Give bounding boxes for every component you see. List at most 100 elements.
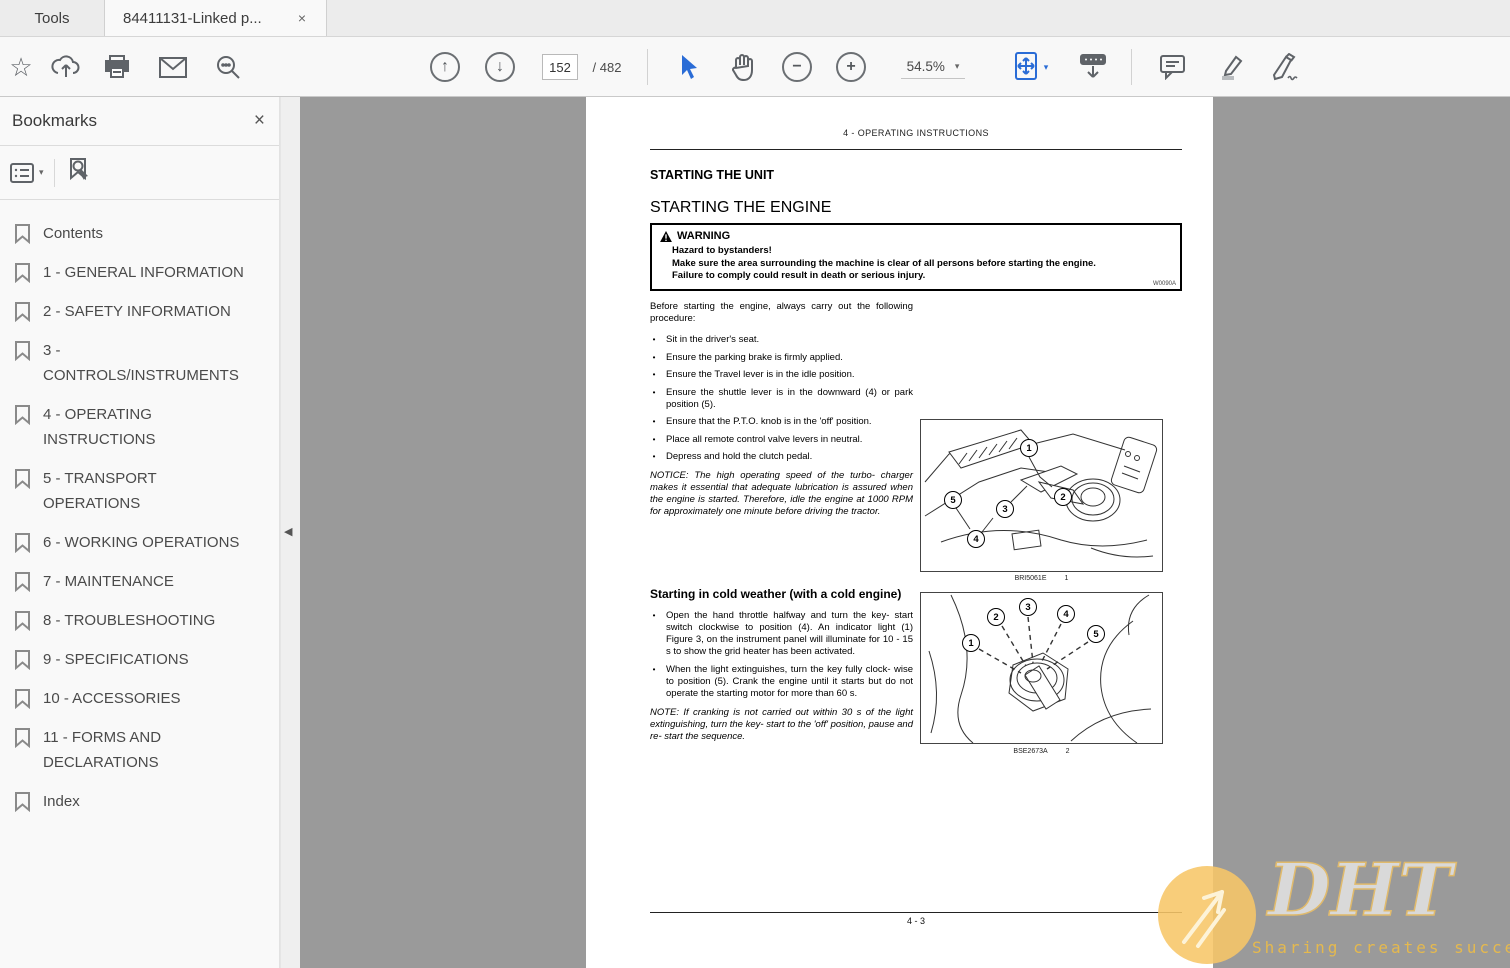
figure2-callout: 4 <box>1057 605 1075 623</box>
figure2-callout: 3 <box>1019 598 1037 616</box>
bullet-item: When the light extinguishes, turn the ke… <box>650 664 913 700</box>
watermark-tagline: Sharing creates success <box>1252 938 1510 957</box>
procedure-intro: Before starting the engine, always carry… <box>650 301 913 324</box>
bookmark-item-specifications[interactable]: 9 - SPECIFICATIONS <box>14 640 273 679</box>
watermark-brand: DHT <box>1267 847 1453 932</box>
cold-weather-bullet-list: Open the hand throttle halfway and turn … <box>650 610 913 700</box>
figure1-number: 1 <box>1064 575 1069 582</box>
close-icon[interactable]: × <box>254 110 265 132</box>
procedure-bullet-list: Sit in the driver's seat. Ensure the par… <box>650 334 913 463</box>
bullet-item: Ensure the parking brake is firmly appli… <box>650 352 913 364</box>
bookmark-item-accessories[interactable]: 10 - ACCESSORIES <box>14 679 273 718</box>
bullet-item: Depress and hold the clutch pedal. <box>650 451 913 463</box>
page-running-header: 4 - OPERATING INSTRUCTIONS <box>843 128 989 138</box>
previous-page-icon[interactable]: ↑ <box>425 37 465 97</box>
figure2-code: BSE2673A <box>1013 748 1048 755</box>
cold-weather-section: Starting in cold weather (with a cold en… <box>650 588 913 743</box>
bookmarks-title: Bookmarks <box>12 111 98 130</box>
figure1-callout: 4 <box>967 530 985 548</box>
figure-console-levers: 1 2 3 4 5 <box>920 419 1163 572</box>
bookmarks-toolbar: ▾ <box>0 146 279 200</box>
procedure-section: Before starting the engine, always carry… <box>650 301 913 518</box>
note-paragraph: NOTE: If cranking is not carried out wit… <box>650 706 913 742</box>
tab-tools[interactable]: Tools <box>0 0 105 36</box>
warning-line-1: Hazard to bystanders! <box>672 245 772 256</box>
figure2-callout: 2 <box>987 608 1005 626</box>
fit-page-dropdown[interactable]: ▾ <box>1002 37 1060 97</box>
email-icon[interactable] <box>148 37 198 97</box>
figure1-callout: 3 <box>996 500 1014 518</box>
bookmark-item-general-information[interactable]: 1 - GENERAL INFORMATION <box>14 253 273 292</box>
notice-paragraph: NOTICE: The high operating speed of the … <box>650 470 913 517</box>
tab-close-icon[interactable]: × <box>296 10 308 26</box>
page-number-input[interactable] <box>542 54 578 80</box>
warning-line-3: Failure to comply could result in death … <box>672 270 926 281</box>
fill-sign-icon[interactable] <box>1260 37 1310 97</box>
hand-tool-icon[interactable] <box>720 37 766 97</box>
tab-tools-label: Tools <box>34 9 70 27</box>
bookmark-item-safety-information[interactable]: 2 - SAFETY INFORMATION <box>14 292 273 331</box>
bookmark-item-contents[interactable]: Contents <box>14 214 273 253</box>
bookmark-item-working-operations[interactable]: 6 - WORKING OPERATIONS <box>14 523 273 562</box>
print-icon[interactable] <box>94 37 140 97</box>
bullet-item: Ensure the shuttle lever is in the downw… <box>650 387 913 411</box>
page-count-label: / 482 <box>592 59 622 75</box>
warning-code: W0090A <box>1152 281 1176 287</box>
chevron-down-icon: ▾ <box>39 167 44 177</box>
bullet-item: Open the hand throttle halfway and turn … <box>650 610 913 658</box>
zoom-level-dropdown[interactable]: 54.5% ▾ <box>888 37 978 97</box>
collapse-panel-icon[interactable]: ◀ <box>284 525 292 538</box>
main-toolbar: ☆ ↑ ↓ / 482 − + 54.5% ▾ ▾ <box>0 37 1510 97</box>
tab-document-label: 84411131-Linked p... <box>123 9 262 27</box>
bullet-item: Place all remote control valve levers in… <box>650 434 913 446</box>
toolbar-divider <box>1131 49 1132 85</box>
zoom-out-icon[interactable]: − <box>776 37 818 97</box>
bookmark-item-operating-instructions[interactable]: 4 - OPERATING INSTRUCTIONS <box>14 395 273 459</box>
comment-icon[interactable] <box>1148 37 1196 97</box>
pdf-page: 4 - OPERATING INSTRUCTIONS STARTING THE … <box>586 97 1213 968</box>
figure-key-switch: 1 2 3 4 5 <box>920 592 1163 744</box>
figure1-callout: 5 <box>944 491 962 509</box>
chevron-down-icon: ▾ <box>1043 61 1049 72</box>
warning-triangle-icon <box>660 230 672 242</box>
warning-box: WARNING Hazard to bystanders! Make sure … <box>650 223 1182 291</box>
highlight-icon[interactable] <box>1205 37 1255 97</box>
cold-weather-heading: Starting in cold weather (with a cold en… <box>650 587 902 601</box>
document-viewport[interactable]: 4 - OPERATING INSTRUCTIONS STARTING THE … <box>300 97 1510 968</box>
section-title: STARTING THE UNIT <box>650 168 775 182</box>
page-number-footer: 4 - 3 <box>906 916 925 926</box>
bookmark-item-forms-declarations[interactable]: 11 - FORMS AND DECLARATIONS <box>14 718 273 782</box>
bookmark-item-maintenance[interactable]: 7 - MAINTENANCE <box>14 562 273 601</box>
chevron-down-icon: ▾ <box>954 61 960 71</box>
tab-document[interactable]: 84411131-Linked p... × <box>105 0 327 36</box>
figure2-callout: 5 <box>1087 625 1105 643</box>
select-tool-icon[interactable] <box>668 37 710 97</box>
toolbar-ribbon-icon[interactable] <box>1068 37 1118 97</box>
warning-line-2: Make sure the area surrounding the machi… <box>672 257 1096 269</box>
bookmarks-toolbar-divider <box>53 158 55 187</box>
zoom-in-icon[interactable]: + <box>830 37 872 97</box>
bookmark-item-index[interactable]: Index <box>14 782 273 821</box>
bullet-item: Ensure that the P.T.O. knob is in the 'o… <box>650 416 913 428</box>
bookmarks-header: Bookmarks × <box>0 97 279 146</box>
bullet-item: Ensure the Travel lever is in the idle p… <box>650 369 913 381</box>
bookmarks-list: Contents 1 - GENERAL INFORMATION 2 - SAF… <box>0 200 279 821</box>
watermark-logo-circle <box>1158 866 1256 964</box>
share-cloud-icon[interactable] <box>42 37 90 97</box>
bookmark-item-controls-instruments[interactable]: 3 - CONTROLS/INSTRUMENTS <box>14 331 273 395</box>
bookmarks-options-button[interactable]: ▾ <box>10 162 44 183</box>
search-icon[interactable] <box>204 37 252 97</box>
expand-current-bookmark-button[interactable] <box>65 156 93 189</box>
figure1-callout: 1 <box>1020 439 1038 457</box>
bookmark-item-transport-operations[interactable]: 5 - TRANSPORT OPERATIONS <box>14 459 273 523</box>
next-page-icon[interactable]: ↓ <box>480 37 520 97</box>
header-rule <box>650 149 1182 150</box>
arrow-logo-icon <box>1182 890 1226 948</box>
toolbar-divider <box>647 49 648 85</box>
favorites-star-icon[interactable]: ☆ <box>0 37 42 97</box>
bookmark-item-troubleshooting[interactable]: 8 - TROUBLESHOOTING <box>14 601 273 640</box>
figure2-number: 2 <box>1065 748 1070 755</box>
warning-label: WARNING <box>677 230 731 242</box>
window-tab-bar: Tools 84411131-Linked p... × <box>0 0 1510 37</box>
figure2-callout: 1 <box>962 634 980 652</box>
